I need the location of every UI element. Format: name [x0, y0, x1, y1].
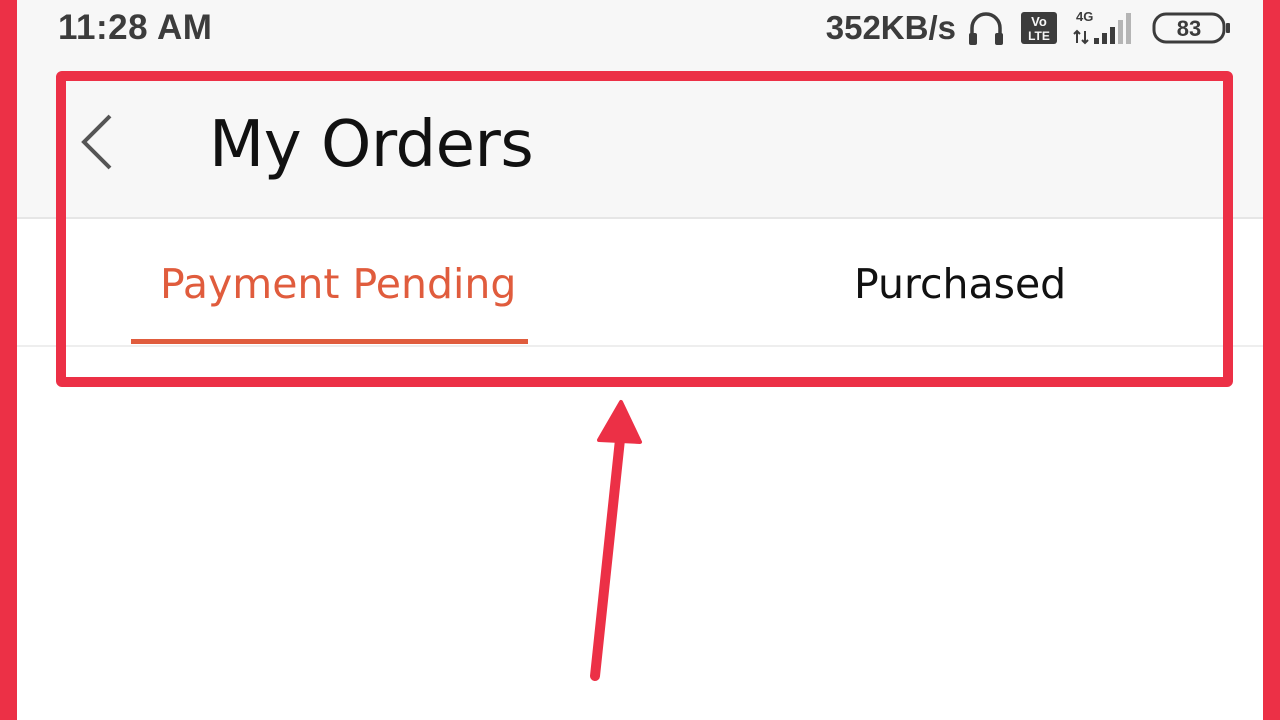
tab-label: Payment Pending	[160, 260, 517, 308]
chevron-left-icon	[81, 114, 112, 170]
battery-icon: 83	[1152, 11, 1232, 45]
status-bar: 11:28 AM 352KB/s Vo LTE 4G 83	[17, 0, 1263, 72]
headphones-icon	[966, 8, 1006, 48]
volte-label-top: Vo	[1031, 14, 1047, 29]
back-button[interactable]	[72, 106, 132, 176]
tab-purchased[interactable]: Purchased	[817, 219, 1117, 345]
status-icons: 352KB/s Vo LTE 4G 83	[826, 6, 1232, 50]
tab-label: Purchased	[854, 260, 1067, 308]
phone-screen: 11:28 AM 352KB/s Vo LTE 4G 83 My Orders …	[17, 0, 1263, 720]
order-tabs: Payment Pending Purchased	[17, 219, 1263, 347]
volte-icon: Vo LTE	[1020, 11, 1058, 45]
page-title: My Orders	[209, 108, 534, 182]
active-tab-indicator	[131, 339, 528, 344]
network-speed: 352KB/s	[825, 9, 956, 46]
network-type: 4G	[1076, 9, 1093, 24]
battery-level: 83	[1177, 16, 1201, 41]
status-time: 11:28 AM	[58, 8, 213, 47]
volte-label-bottom: LTE	[1028, 29, 1050, 43]
app-bar: My Orders	[17, 72, 1263, 219]
signal-icon: 4G	[1072, 7, 1138, 49]
tab-payment-pending[interactable]: Payment Pending	[131, 219, 528, 345]
